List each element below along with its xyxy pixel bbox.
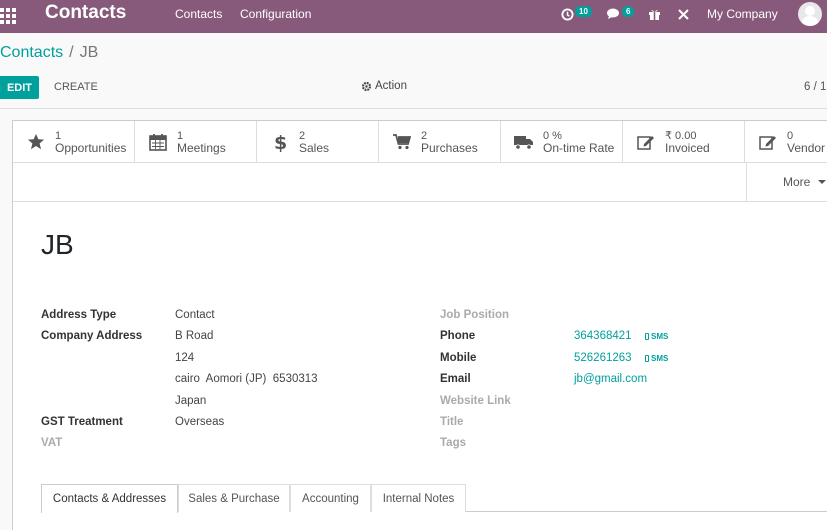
breadcrumb: Contacts / JB	[0, 44, 98, 62]
activity-button[interactable]: 10	[561, 5, 592, 22]
invoiced-amount: ₹ 0.00	[665, 129, 697, 142]
create-button[interactable]: CREATE	[54, 81, 98, 93]
calendar-icon	[149, 133, 167, 151]
smart-button-box: 1 Opportunities 1 Meetings $ 2 Sales 2 Purch…	[13, 121, 827, 202]
address-type-value: Contact	[175, 309, 215, 321]
email-link[interactable]: jb@gmail.com	[574, 373, 647, 385]
title-label: Title	[440, 416, 464, 428]
more-button[interactable]: More	[746, 163, 827, 201]
pager-value[interactable]: 6 / 1	[804, 81, 826, 93]
vendor-bills-button[interactable]: 0 Vendor	[745, 121, 827, 163]
website-link-label: Website Link	[440, 395, 511, 407]
on-time-rate-value: 0 %	[543, 129, 562, 142]
mobile-icon	[645, 333, 649, 340]
street-value: B Road	[175, 330, 214, 342]
invoiced-label: Invoiced	[665, 140, 710, 155]
on-time-rate-button[interactable]: 0 % On-time Rate	[501, 121, 623, 163]
tab-sales-purchase[interactable]: Sales & Purchase	[178, 484, 290, 512]
invoiced-button[interactable]: ₹ 0.00 Invoiced	[623, 121, 745, 163]
mobile-sms-label: SMS	[651, 354, 669, 363]
purchases-label: Purchases	[421, 140, 478, 155]
gift-button[interactable]	[648, 6, 661, 22]
edit-icon	[759, 135, 776, 150]
sales-button[interactable]: $ 2 Sales	[257, 121, 379, 163]
gst-treatment-label: GST Treatment	[41, 416, 123, 428]
purchases-count: 2	[421, 129, 428, 142]
form-sheet: 1 Opportunities 1 Meetings $ 2 Sales 2 Purch…	[12, 120, 827, 530]
activity-badge: 10	[575, 5, 592, 17]
breadcrumb-separator: /	[69, 44, 74, 61]
tools-icon	[678, 8, 689, 20]
purchases-button[interactable]: 2 Purchases	[379, 121, 501, 163]
debug-tools-button[interactable]	[677, 6, 690, 22]
mobile-icon	[645, 355, 649, 362]
vendor-count: 0	[787, 129, 794, 142]
comments-icon	[607, 8, 619, 19]
city-state-zip-value: cairo Aomori (JP) 6530313	[175, 373, 318, 385]
truck-icon	[514, 135, 533, 150]
address-type-label: Address Type	[41, 309, 117, 321]
star-icon	[27, 133, 45, 149]
dollar-icon: $	[274, 132, 287, 153]
edit-button[interactable]: EDIT	[0, 76, 39, 99]
control-panel-divider	[0, 108, 827, 109]
opportunities-button[interactable]: 1 Opportunities	[13, 121, 135, 163]
breadcrumb-contacts-link[interactable]: Contacts	[0, 44, 63, 61]
phone-sms-button[interactable]: SMS	[645, 332, 668, 341]
opportunities-count: 1	[55, 129, 62, 142]
mobile-sms-button[interactable]: SMS	[645, 354, 668, 363]
apps-menu-icon[interactable]	[0, 8, 16, 24]
svg-text:$: $	[274, 132, 287, 153]
breadcrumb-current: JB	[79, 44, 99, 61]
company-address-label: Company Address	[41, 330, 143, 342]
phone-sms-label: SMS	[651, 332, 669, 341]
tab-accounting[interactable]: Accounting	[290, 484, 371, 512]
messages-badge: 6	[622, 5, 635, 17]
tab-contacts-addresses[interactable]: Contacts & Addresses	[41, 484, 178, 513]
sales-label: Sales	[299, 140, 330, 155]
top-navbar: Contacts Contacts Configuration 10 6 My …	[0, 0, 827, 33]
edit-icon	[637, 135, 654, 150]
gift-icon	[649, 9, 660, 20]
vat-label: VAT	[41, 437, 63, 449]
action-menu[interactable]: Action	[361, 80, 407, 92]
phone-link[interactable]: 364368421	[574, 330, 632, 342]
tags-label: Tags	[440, 437, 466, 449]
menu-configuration[interactable]: Configuration	[240, 7, 311, 21]
country-value: Japan	[175, 395, 207, 407]
caret-down-icon	[818, 180, 827, 184]
messages-button[interactable]: 6	[607, 5, 635, 22]
gear-icon	[361, 81, 372, 91]
mobile-label: Mobile	[440, 352, 477, 364]
street2-value: 124	[175, 352, 195, 364]
phone-label: Phone	[440, 330, 476, 342]
sales-count: 2	[299, 129, 306, 142]
more-label: More	[783, 175, 811, 189]
menu-contacts[interactable]: Contacts	[175, 7, 222, 21]
on-time-rate-label: On-time Rate	[543, 140, 615, 155]
tab-internal-notes[interactable]: Internal Notes	[371, 484, 466, 512]
company-switcher[interactable]: My Company	[707, 7, 778, 21]
email-label: Email	[440, 373, 471, 385]
user-avatar[interactable]	[798, 2, 822, 26]
meetings-label: Meetings	[177, 140, 226, 155]
meetings-button[interactable]: 1 Meetings	[135, 121, 257, 163]
vendor-label: Vendor	[787, 140, 826, 155]
mobile-link[interactable]: 526261263	[574, 352, 632, 364]
action-label: Action	[375, 80, 407, 92]
app-title[interactable]: Contacts	[45, 2, 126, 24]
job-position-label: Job Position	[440, 309, 509, 321]
cart-icon	[393, 133, 411, 149]
gst-treatment-value: Overseas	[175, 416, 225, 428]
clock-icon	[561, 7, 574, 21]
record-title: JB	[41, 229, 74, 260]
notebook-tabs: Contacts & Addresses Sales & Purchase Ac…	[41, 484, 827, 513]
meetings-count: 1	[177, 129, 184, 142]
opportunities-label: Opportunities	[55, 140, 127, 155]
